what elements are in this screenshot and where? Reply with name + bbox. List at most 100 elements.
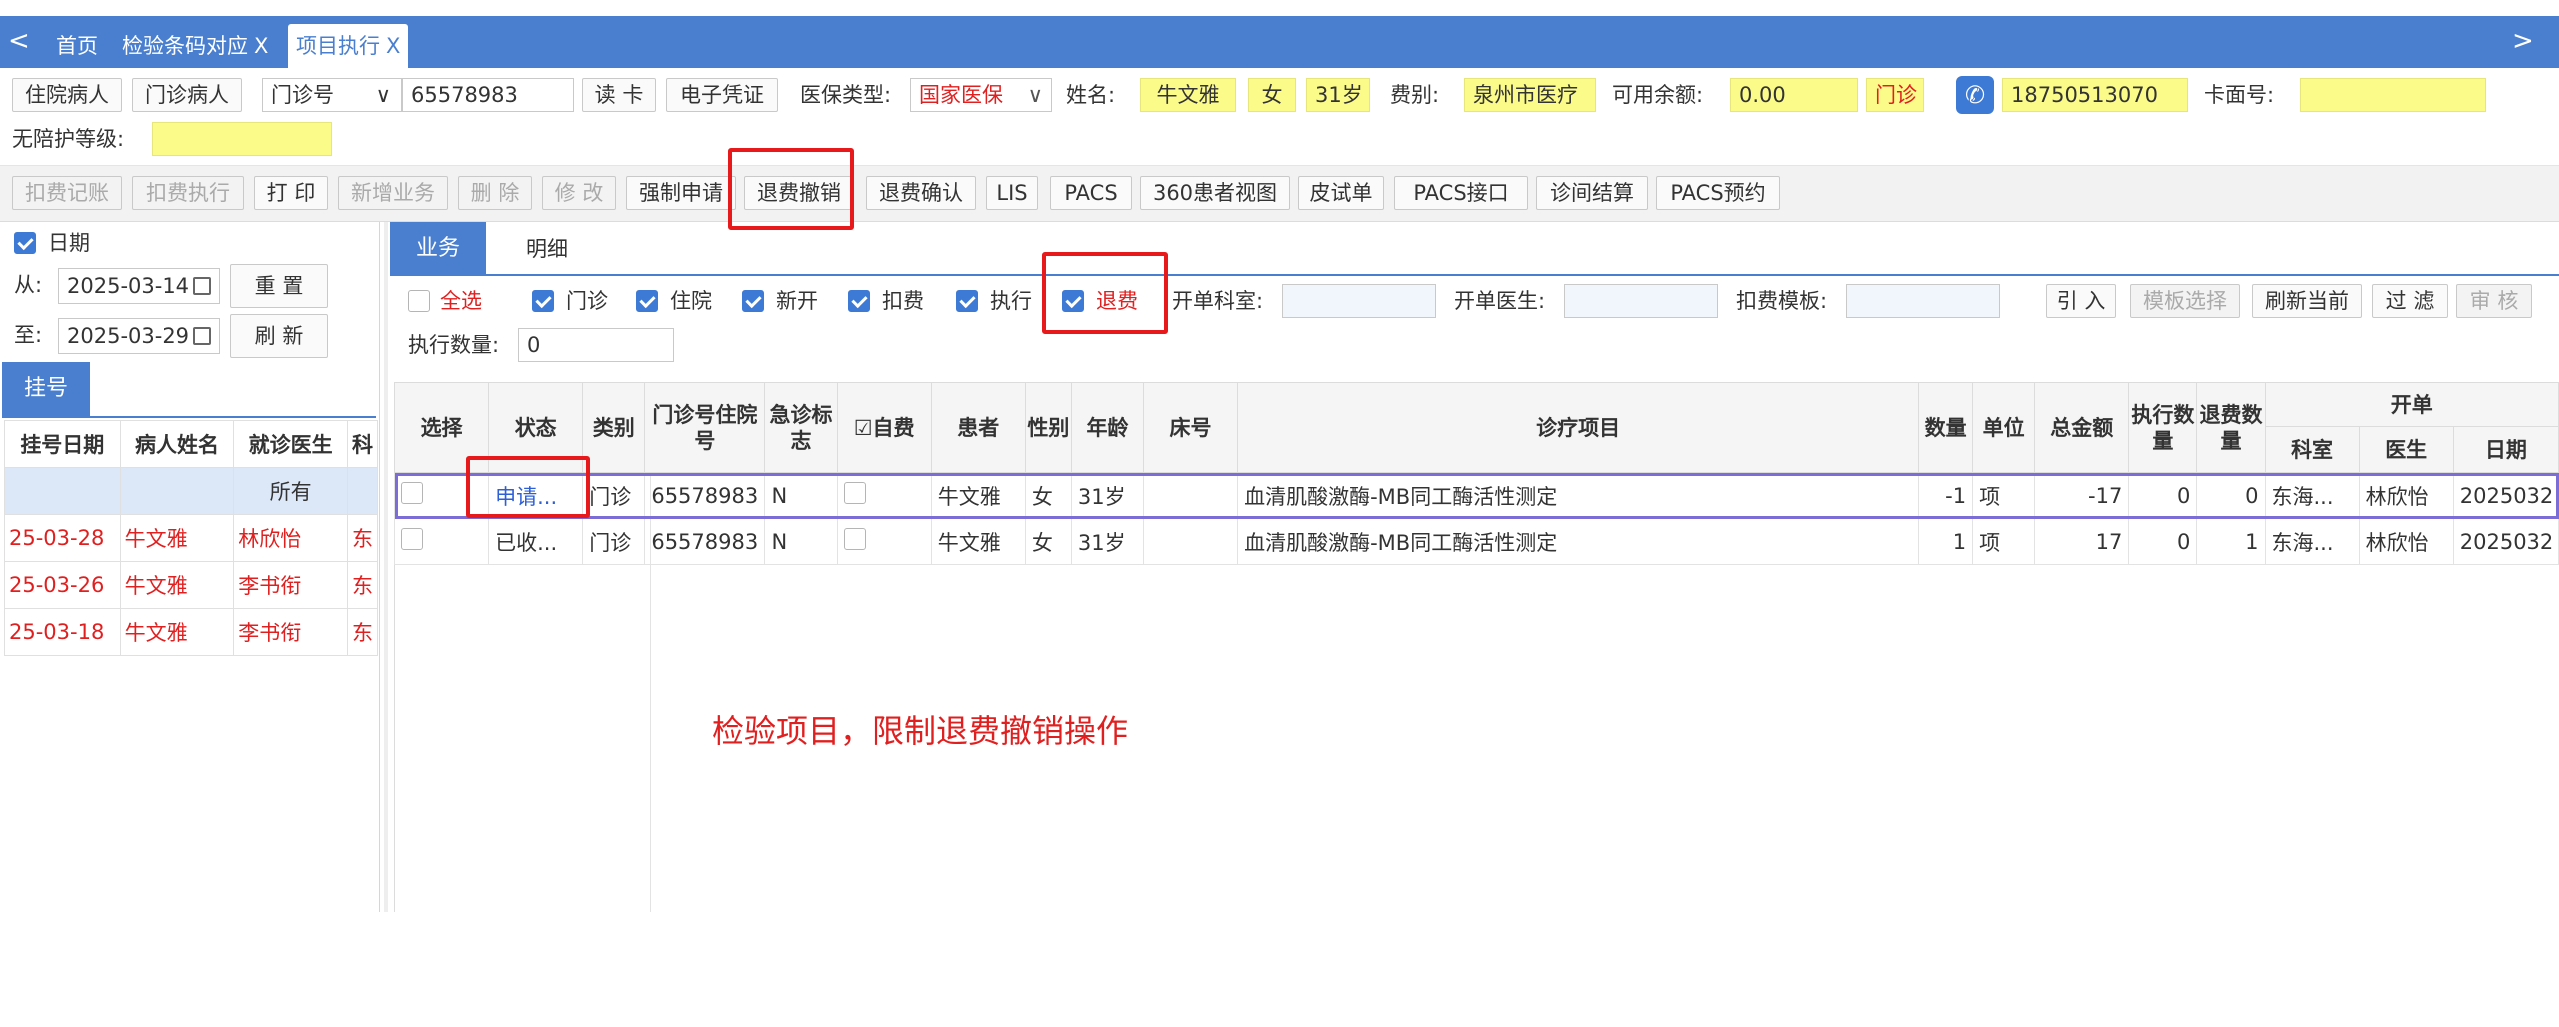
tab-business[interactable]: 业务	[390, 222, 486, 276]
fee-type-value: 泉州市医疗	[1464, 78, 1596, 112]
reset-button[interactable]: 重 置	[230, 264, 328, 308]
col-bed: 床号	[1142, 382, 1239, 473]
highlight-refund-cancel	[728, 148, 854, 230]
insurance-label: 医保类型:	[800, 83, 892, 107]
col-dept: 科	[346, 420, 379, 468]
pacs-interface-button[interactable]: PACS接口	[1394, 176, 1528, 210]
inpatient-button[interactable]: 住院病人	[12, 78, 122, 112]
col-patient-name: 病人姓名	[119, 420, 235, 468]
card-number-label: 卡面号:	[2204, 83, 2275, 107]
col-total: 总金额	[2034, 382, 2130, 473]
edit-icon: ☑	[853, 415, 873, 440]
insurance-select[interactable]: 国家医保 ∨	[910, 78, 1052, 112]
subtab-bar: 业务 明细	[390, 222, 2559, 276]
audit-button[interactable]: 审 核	[2456, 284, 2532, 318]
col-date: 日期	[2452, 426, 2559, 473]
exec-qty-label: 执行数量:	[408, 333, 500, 357]
table-row[interactable]: 25-03-18 牛文雅 李书衔东	[4, 608, 379, 656]
clinic-settlement-button[interactable]: 诊间结算	[1536, 176, 1648, 210]
e-voucher-button[interactable]: 电子凭证	[666, 78, 778, 112]
delete-button[interactable]: 删 除	[458, 176, 532, 210]
table-row[interactable]: 25-03-26 牛文雅 李书衔东	[4, 561, 379, 609]
lis-button[interactable]: LIS	[986, 176, 1038, 210]
self-pay-checkbox[interactable]	[843, 482, 866, 504]
modify-button[interactable]: 修 改	[542, 176, 616, 210]
id-number-input[interactable]: 65578983	[402, 78, 574, 112]
col-self-pay: ☑自费	[836, 382, 932, 473]
execute-label: 执行	[990, 289, 1032, 313]
inpatient-checkbox[interactable]	[636, 290, 658, 312]
fee-type-label: 费别:	[1390, 83, 1440, 107]
template-select-button[interactable]: 模板选择	[2130, 284, 2240, 318]
import-button[interactable]: 引 入	[2046, 284, 2116, 318]
to-date-input[interactable]: 2025-03-29	[58, 318, 220, 354]
id-type-select[interactable]: 门诊号 ∨	[262, 78, 402, 112]
col-exec-qty: 执行数量	[2128, 382, 2198, 473]
patient-info-bar: 住院病人 门诊病人 门诊号 ∨ 65578983 读 卡 电子凭证 医保类型: 国…	[0, 70, 2559, 166]
from-label: 从:	[14, 273, 43, 297]
action-toolbar: 扣费记账 扣费执行 打 印 新增业务 删 除 修 改 强制申请 退费撤销 退费确…	[0, 166, 2559, 222]
skin-test-button[interactable]: 皮试单	[1298, 176, 1384, 210]
charge-record-button[interactable]: 扣费记账	[12, 176, 122, 210]
table-row[interactable]: 申请... 门诊 65578983 N 牛文雅 女 31岁 血清肌酸激酶-MB同…	[393, 472, 2559, 519]
highlight-status	[466, 456, 590, 518]
execute-checkbox[interactable]	[956, 290, 978, 312]
outpatient-button[interactable]: 门诊病人	[132, 78, 242, 112]
charge-template-input[interactable]	[1846, 284, 2000, 318]
select-all-checkbox[interactable]	[408, 290, 430, 312]
card-number-value	[2300, 78, 2486, 112]
close-icon[interactable]: X	[254, 34, 268, 58]
visit-type-badge: 门诊	[1866, 78, 1924, 112]
table-row[interactable]: 25-03-28 牛文雅 林欣怡东	[4, 514, 379, 562]
order-doctor-label: 开单医生:	[1454, 289, 1546, 313]
status-cell[interactable]: 已收...	[488, 518, 584, 565]
col-unit: 单位	[1972, 382, 2036, 473]
order-doctor-input[interactable]	[1564, 284, 1718, 318]
chevron-down-icon: ∨	[1027, 83, 1043, 107]
phone-icon[interactable]: ✆	[1956, 76, 1994, 114]
chevron-right-icon[interactable]: >	[2512, 26, 2534, 56]
new-checkbox[interactable]	[742, 290, 764, 312]
new-business-button[interactable]: 新增业务	[338, 176, 448, 210]
print-button[interactable]: 打 印	[254, 176, 328, 210]
refresh-current-button[interactable]: 刷新当前	[2252, 284, 2362, 318]
tab-bar: < 首页 检验条码对应 X 项目执行 X >	[0, 16, 2559, 68]
tab-register[interactable]: 挂号	[2, 362, 90, 416]
execution-panel: 业务 明细 全选 门诊 住院 新开 扣费 执行 退费 开单科室: 开单医生: 扣…	[390, 222, 2559, 912]
refresh-button[interactable]: 刷 新	[230, 314, 328, 358]
charge-execute-button[interactable]: 扣费执行	[132, 176, 244, 210]
tab-item-execution[interactable]: 项目执行 X	[288, 24, 409, 68]
tab-home[interactable]: 首页	[48, 24, 106, 68]
pacs-button[interactable]: PACS	[1050, 176, 1132, 210]
filter-button[interactable]: 过 滤	[2372, 284, 2448, 318]
new-label: 新开	[776, 289, 818, 313]
read-card-button[interactable]: 读 卡	[582, 78, 656, 112]
chevron-down-icon: ∨	[375, 83, 391, 107]
row-select-checkbox[interactable]	[401, 482, 423, 504]
patient-360-view-button[interactable]: 360患者视图	[1140, 176, 1290, 210]
date-checkbox[interactable]	[14, 232, 36, 254]
col-doctor: 就诊医生	[233, 420, 348, 468]
to-label: 至:	[14, 323, 43, 347]
self-pay-checkbox[interactable]	[843, 528, 866, 550]
tab-barcode-mapping[interactable]: 检验条码对应 X	[114, 24, 276, 68]
col-dept: 科室	[2264, 426, 2360, 473]
tab-detail[interactable]: 明细	[526, 232, 568, 266]
order-dept-input[interactable]	[1282, 284, 1436, 318]
pacs-appointment-button[interactable]: PACS预约	[1656, 176, 1780, 210]
chevron-left-icon[interactable]: <	[8, 26, 30, 56]
from-date-input[interactable]: 2025-03-14	[58, 268, 220, 304]
balance-label: 可用余额:	[1612, 83, 1704, 107]
force-apply-button[interactable]: 强制申请	[626, 176, 736, 210]
close-icon[interactable]: X	[386, 34, 400, 58]
charge-checkbox[interactable]	[848, 290, 870, 312]
outpatient-checkbox[interactable]	[532, 290, 554, 312]
filter-all[interactable]: 所有	[233, 467, 348, 515]
row-select-checkbox[interactable]	[401, 528, 423, 550]
exec-qty-input[interactable]: 0	[518, 328, 674, 362]
table-row[interactable]: 已收... 门诊 65578983 N 牛文雅 女 31岁 血清肌酸激酶-MB同…	[393, 518, 2559, 565]
refund-confirm-button[interactable]: 退费确认	[866, 176, 976, 210]
col-gender: 性别	[1024, 382, 1072, 473]
splitter-handle[interactable]	[384, 222, 388, 912]
col-qty: 数量	[1918, 382, 1974, 473]
